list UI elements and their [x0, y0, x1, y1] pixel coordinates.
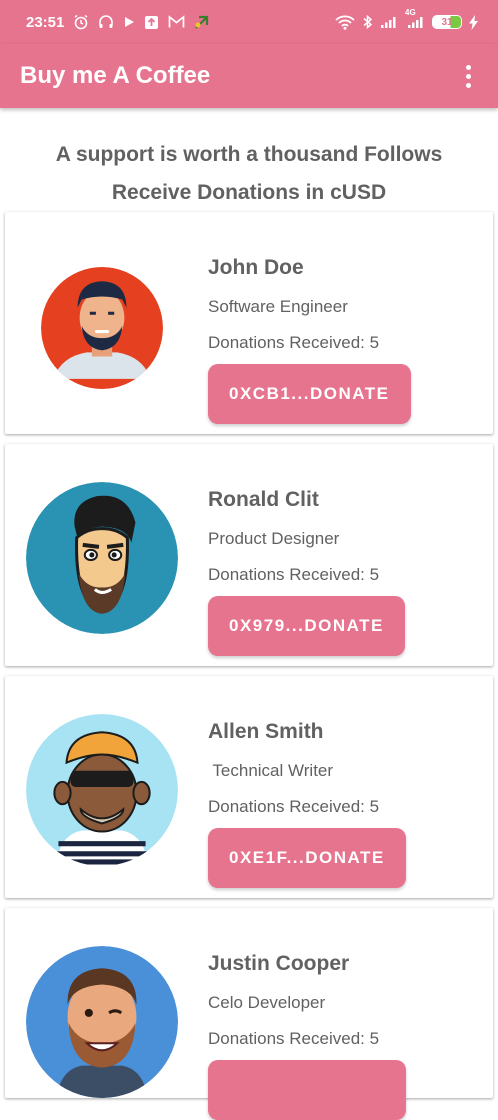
- avatar: [26, 482, 178, 634]
- avatar: [26, 946, 178, 1098]
- donate-button[interactable]: 0X979...DONATE: [208, 596, 405, 656]
- signal-icon: [380, 15, 398, 29]
- profile-card: Ronald Clit Product Designer Donations R…: [5, 444, 493, 666]
- donate-button[interactable]: [208, 1060, 406, 1120]
- charging-icon: [469, 14, 478, 30]
- wifi-icon: [335, 15, 355, 30]
- app-icon: [194, 15, 209, 30]
- signal-4g-icon: 4G: [405, 8, 425, 29]
- profile-name: Ronald Clit: [208, 488, 319, 511]
- intro-subheadline: Receive Donations in cUSD: [111, 181, 387, 204]
- profile-role: Product Designer: [208, 529, 340, 548]
- profile-name: Allen Smith: [208, 720, 324, 743]
- profile-name: John Doe: [208, 256, 304, 279]
- gmail-icon: [168, 15, 185, 29]
- donate-button[interactable]: 0XE1F...DONATE: [208, 828, 406, 888]
- profile-role: Software Engineer: [208, 297, 348, 316]
- alarm-icon: [73, 14, 89, 30]
- donations-count: Donations Received: 5: [208, 797, 380, 816]
- profile-card: Allen Smith Technical Writer Donations R…: [5, 676, 493, 898]
- status-bar: 23:51 4G 31: [0, 0, 498, 44]
- profile-card: John Doe Software Engineer Donations Rec…: [5, 212, 493, 434]
- avatar: [41, 267, 163, 389]
- donations-count: Donations Received: 5: [208, 333, 380, 352]
- intro-headline: A support is worth a thousand Follows: [55, 143, 443, 166]
- profile-card: Justin Cooper Celo Developer Donations R…: [5, 908, 493, 1120]
- avatar: [26, 714, 178, 866]
- profile-role: Celo Developer: [208, 993, 326, 1012]
- status-time: 23:51: [26, 13, 65, 31]
- profile-role: Technical Writer: [208, 761, 334, 780]
- app-bar: Buy me A Coffee: [0, 44, 498, 108]
- donations-count: Donations Received: 5: [208, 1029, 380, 1048]
- donate-button[interactable]: 0XCB1...DONATE: [208, 364, 411, 424]
- battery-icon: 31: [432, 15, 462, 29]
- bluetooth-icon: [362, 14, 373, 30]
- more-vert-icon[interactable]: [456, 56, 480, 96]
- intro-text: A support is worth a thousand Follows Re…: [0, 136, 498, 212]
- app-title: Buy me A Coffee: [20, 62, 211, 89]
- network-type-label: 4G: [405, 8, 416, 17]
- donations-count: Donations Received: 5: [208, 565, 380, 584]
- headphones-icon: [98, 14, 114, 30]
- profile-name: Justin Cooper: [208, 952, 350, 975]
- battery-level: 31: [441, 16, 453, 28]
- play-icon: [123, 16, 135, 28]
- upload-icon: [144, 15, 159, 30]
